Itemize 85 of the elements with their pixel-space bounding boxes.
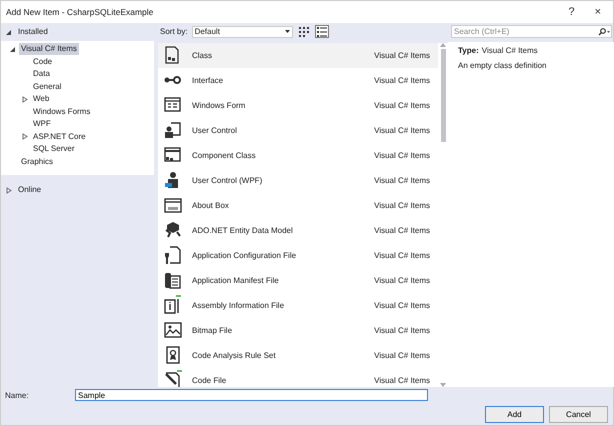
help-button[interactable]: ? (562, 6, 581, 18)
template-row[interactable]: Code Analysis Rule Set Visual C# Items (158, 342, 438, 368)
description: An empty class definition (458, 61, 548, 70)
template-category: Visual C# Items (374, 176, 430, 185)
tree-item[interactable]: Graphics (19, 156, 56, 168)
template-name: Application Manifest File (192, 276, 280, 285)
template-row[interactable]: About Box Visual C# Items (158, 192, 438, 218)
tree-item[interactable]: General (31, 80, 64, 93)
user-control-icon (163, 120, 183, 140)
template-row[interactable]: Bitmap File Visual C# Items (158, 318, 438, 343)
tree-item[interactable]: WPF (31, 118, 53, 130)
template-name: Class (192, 50, 214, 60)
template-row[interactable]: ADO.NET Entity Data Model Visual C# Items (158, 218, 438, 243)
tree-item[interactable]: Web (31, 93, 52, 106)
template-name: User Control (192, 126, 238, 135)
template-category: Visual C# Items (374, 50, 430, 60)
scroll-down-icon (440, 383, 446, 387)
template-row[interactable]: Interface Visual C# Items (158, 68, 438, 93)
dropdown-arrow-icon (284, 30, 290, 34)
tree-item[interactable]: Visual C# Items (19, 43, 79, 56)
close-button[interactable]: × (588, 6, 607, 18)
type-label: Type: (458, 46, 479, 55)
code-file-icon (163, 370, 183, 387)
template-row[interactable]: Application Configuration File Visual C# Items (158, 242, 438, 268)
data-model-icon (163, 220, 183, 240)
search-field[interactable]: Search (Ctrl+E) (451, 25, 612, 38)
template-row[interactable]: User Control Visual C# Items (158, 118, 438, 143)
template-name: User Control (WPF) (192, 176, 264, 185)
collapsed-arrow-icon[interactable] (21, 133, 28, 140)
template-row[interactable]: Assembly Information File Visual C# Items (158, 292, 438, 318)
info-file-icon (163, 295, 183, 316)
template-row[interactable]: Code File Visual C# Items (158, 368, 438, 387)
sort-dropdown[interactable]: Default (192, 26, 293, 38)
collapsed-arrow-icon[interactable] (5, 186, 12, 194)
template-category: Visual C# Items (374, 76, 430, 85)
image-file-icon (163, 320, 183, 340)
name-label: Name: (4, 390, 30, 400)
template-name: About Box (192, 200, 230, 210)
scrollbar-thumb[interactable] (440, 48, 446, 142)
section-header[interactable]: Online (16, 184, 44, 196)
manifest-file-icon (163, 270, 183, 290)
template-name: Assembly Information File (192, 300, 286, 310)
tree-item[interactable]: SQL Server (31, 143, 76, 156)
tree-item[interactable]: ASP.NET Core (31, 130, 88, 143)
template-row[interactable]: Windows Form Visual C# Items (158, 92, 438, 118)
template-name: Code Analysis Rule Set (192, 350, 277, 360)
template-name: Application Configuration File (192, 250, 298, 260)
tree-item[interactable]: Data (31, 68, 52, 80)
template-category: Visual C# Items (374, 126, 430, 135)
template-name: ADO.NET Entity Data Model (192, 226, 294, 235)
search-icon (598, 28, 610, 36)
template-category: Visual C# Items (374, 326, 430, 335)
name-field[interactable]: Sample (75, 389, 428, 401)
section-header[interactable]: Installed (16, 26, 50, 38)
template-category: Visual C# Items (374, 226, 430, 235)
template-category: Visual C# Items (374, 250, 430, 260)
template-row[interactable]: User Control (WPF) Visual C# Items (158, 168, 438, 193)
template-category: Visual C# Items (374, 376, 430, 385)
template-name: Interface (192, 76, 224, 85)
grid-view-button[interactable] (296, 25, 311, 38)
dialog-button[interactable]: Add (485, 406, 544, 422)
list-view-button[interactable] (314, 25, 329, 38)
template-category: Visual C# Items (374, 200, 430, 210)
template-category: Visual C# Items (374, 100, 430, 110)
template-name: Component Class (192, 150, 257, 160)
template-category: Visual C# Items (374, 276, 430, 285)
template-row[interactable]: Class Visual C# Items (158, 42, 438, 68)
window-title: Add New Item - CsharpSQLiteExample (6, 7, 154, 17)
template-row[interactable]: Component Class Visual C# Items (158, 142, 438, 168)
expanded-arrow-icon[interactable] (9, 46, 16, 53)
tree-item[interactable]: Code (31, 56, 54, 68)
template-row[interactable]: Application Manifest File Visual C# Items (158, 268, 438, 293)
template-category: Visual C# Items (374, 300, 430, 310)
tree-item[interactable]: Windows Forms (31, 106, 92, 118)
template-name: Bitmap File (192, 326, 234, 335)
template-name: Code File (192, 376, 228, 385)
config-file-icon (163, 245, 183, 266)
collapsed-arrow-icon[interactable] (21, 96, 28, 103)
template-name: Windows Form (192, 100, 246, 110)
expanded-arrow-icon[interactable] (5, 28, 12, 36)
template-category: Visual C# Items (374, 150, 430, 160)
sort-label: Sort by: (160, 27, 188, 36)
type-value: Visual C# Items (482, 46, 538, 55)
dialog-button[interactable]: Cancel (549, 406, 608, 422)
template-category: Visual C# Items (374, 350, 430, 360)
